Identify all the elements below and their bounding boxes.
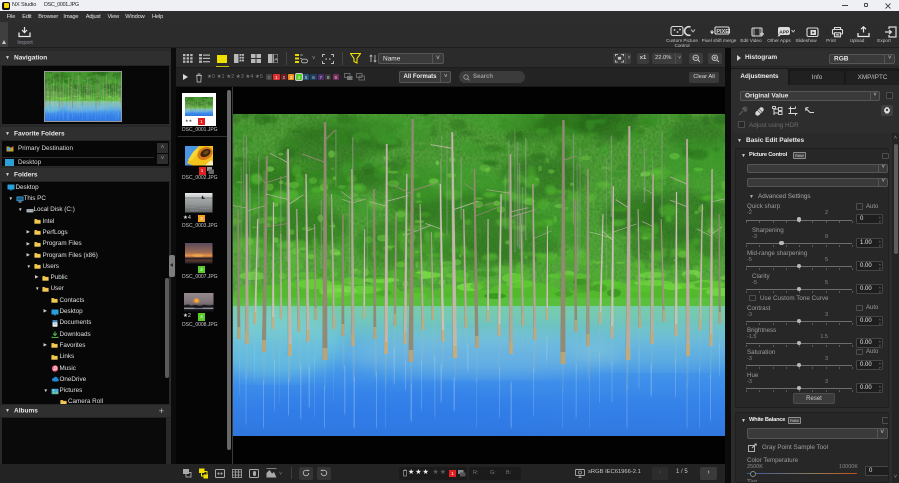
svg-text:PIXEL: PIXEL	[716, 29, 730, 35]
